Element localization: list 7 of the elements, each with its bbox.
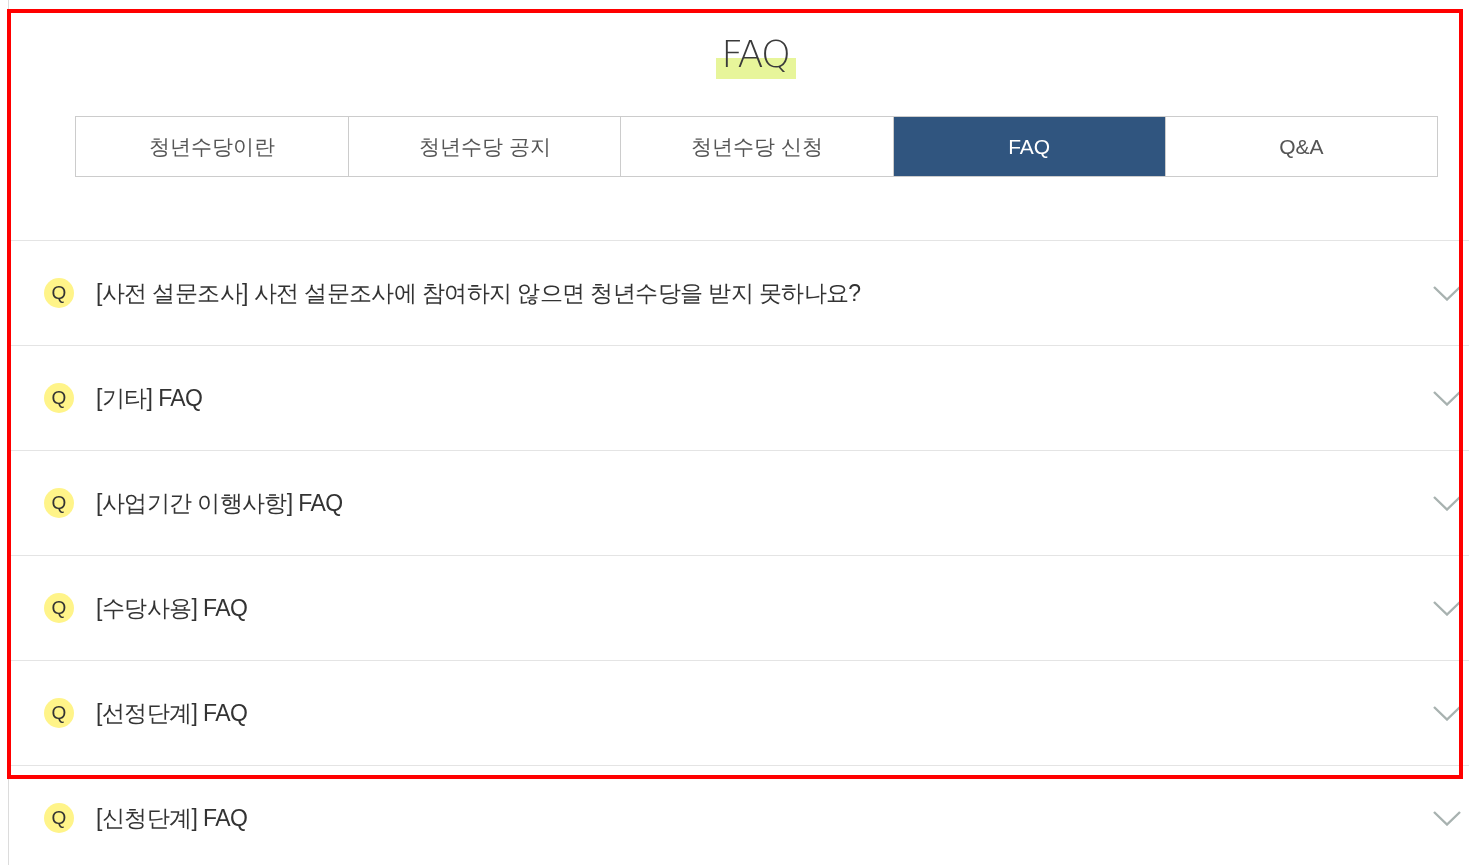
question-marker: Q [44, 698, 74, 728]
question-marker: Q [44, 803, 74, 833]
question-marker: Q [44, 488, 74, 518]
question-marker: Q [44, 383, 74, 413]
tab[interactable]: FAQ [892, 117, 1165, 176]
question-marker: Q [44, 278, 74, 308]
question-marker: Q [44, 593, 74, 623]
